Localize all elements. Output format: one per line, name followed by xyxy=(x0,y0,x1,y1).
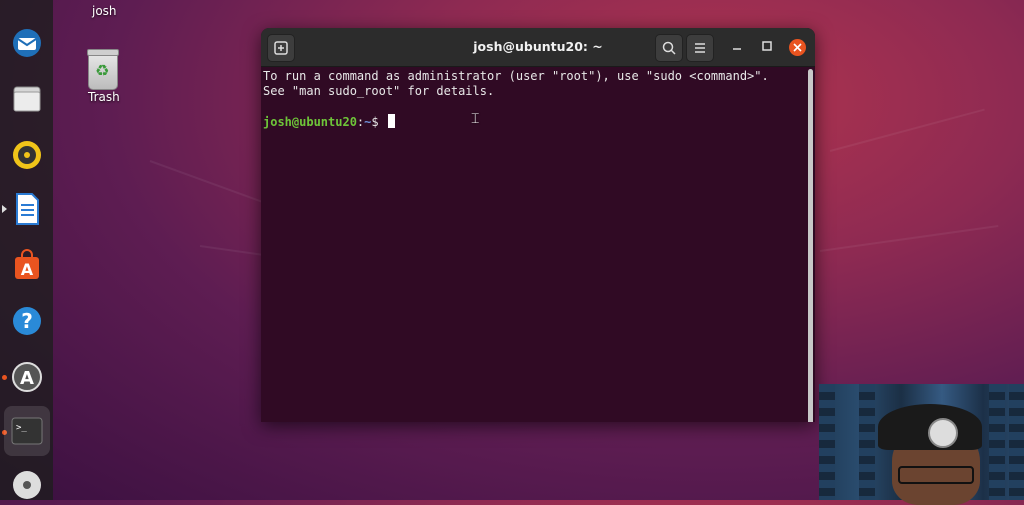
maximize-icon xyxy=(762,41,772,51)
trash-label[interactable]: Trash xyxy=(88,90,120,104)
terminal-titlebar[interactable]: josh@ubuntu20: ~ xyxy=(261,28,815,67)
terminal-window[interactable]: josh@ubuntu20: ~ To run a command as adm… xyxy=(261,28,815,422)
maximize-button[interactable] xyxy=(760,40,774,55)
svg-text:>_: >_ xyxy=(16,423,27,433)
cap-logo-icon xyxy=(928,418,958,448)
trash-icon[interactable]: ♻ xyxy=(87,49,119,90)
dock-item-writer[interactable] xyxy=(8,190,46,228)
dock-item-dvd[interactable] xyxy=(8,466,46,504)
update-icon: A xyxy=(12,362,42,392)
dock-item-rhythmbox[interactable] xyxy=(8,136,46,174)
shopping-bag-icon: A xyxy=(15,249,39,279)
search-icon xyxy=(662,41,676,55)
running-indicator xyxy=(2,205,7,213)
document-icon xyxy=(16,193,39,225)
dock-item-terminal[interactable]: >_ xyxy=(4,406,50,456)
minimize-button[interactable] xyxy=(730,40,744,55)
svg-text:A: A xyxy=(21,260,34,279)
mail-icon xyxy=(13,29,41,57)
running-indicator xyxy=(2,375,7,380)
svg-text:?: ? xyxy=(21,309,33,333)
dock-item-software-updater[interactable]: A xyxy=(8,358,46,396)
scrollbar[interactable] xyxy=(808,69,813,422)
output-line: To run a command as administrator (user … xyxy=(263,69,769,83)
dock-item-ubuntu-software[interactable]: A xyxy=(8,246,46,284)
search-button[interactable] xyxy=(655,34,683,62)
minimize-icon xyxy=(733,48,741,50)
close-button[interactable] xyxy=(789,39,806,56)
folder-icon xyxy=(13,86,41,112)
speaker-icon xyxy=(13,141,41,169)
svg-text:A: A xyxy=(20,368,34,389)
dock-item-files[interactable] xyxy=(8,80,46,118)
output-line: See "man sudo_root" for details. xyxy=(263,84,495,98)
terminal-icon: >_ xyxy=(11,417,43,445)
dock-item-thunderbird[interactable] xyxy=(8,24,46,62)
close-icon xyxy=(793,43,802,52)
help-icon: ? xyxy=(13,307,41,335)
prompt-user: josh@ubuntu20 xyxy=(263,115,357,129)
mouse-pointer-icon: ⌶ xyxy=(471,111,480,127)
hamburger-icon xyxy=(695,43,705,53)
wallpaper-streak xyxy=(829,108,985,152)
dock-item-help[interactable]: ? xyxy=(8,302,46,340)
wallpaper-streak xyxy=(819,224,999,252)
presenter-glasses xyxy=(898,466,974,484)
prompt-symbol: $ xyxy=(371,115,379,129)
dock: A ? A >_ xyxy=(0,0,53,500)
prompt-line: josh@ubuntu20:~$ xyxy=(263,114,805,130)
menu-button[interactable] xyxy=(686,34,714,62)
terminal-output[interactable]: To run a command as administrator (user … xyxy=(263,69,805,422)
disc-icon xyxy=(13,471,41,499)
text-cursor xyxy=(387,114,395,128)
home-folder-label[interactable]: josh xyxy=(92,4,117,18)
